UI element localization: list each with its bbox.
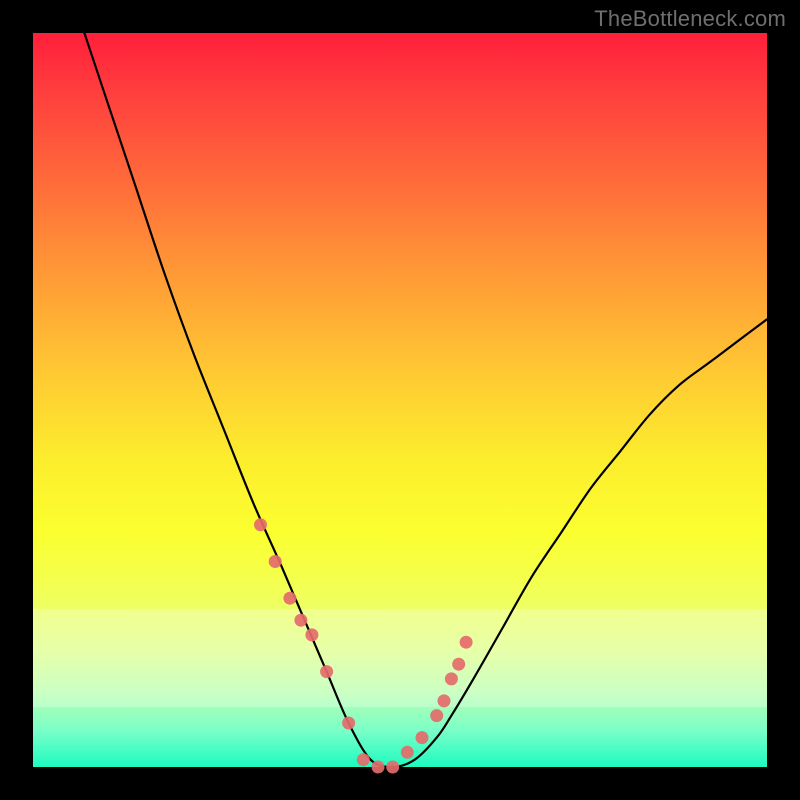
curve-marker bbox=[416, 731, 429, 744]
curve-marker bbox=[438, 694, 451, 707]
curve-marker bbox=[357, 753, 370, 766]
chart-svg bbox=[33, 33, 767, 767]
chart-plot-area bbox=[33, 33, 767, 767]
curve-marker bbox=[294, 614, 307, 627]
curve-marker bbox=[342, 717, 355, 730]
curve-marker bbox=[320, 665, 333, 678]
curve-marker bbox=[283, 592, 296, 605]
curve-marker bbox=[305, 628, 318, 641]
curve-marker bbox=[430, 709, 443, 722]
bottleneck-curve bbox=[84, 33, 767, 767]
curve-marker bbox=[269, 555, 282, 568]
curve-marker bbox=[372, 761, 385, 774]
curve-marker bbox=[386, 761, 399, 774]
curve-marker bbox=[460, 636, 473, 649]
curve-marker bbox=[452, 658, 465, 671]
curve-marker bbox=[401, 746, 414, 759]
curve-marker bbox=[445, 672, 458, 685]
curve-marker bbox=[254, 518, 267, 531]
watermark-text: TheBottleneck.com bbox=[594, 6, 786, 32]
